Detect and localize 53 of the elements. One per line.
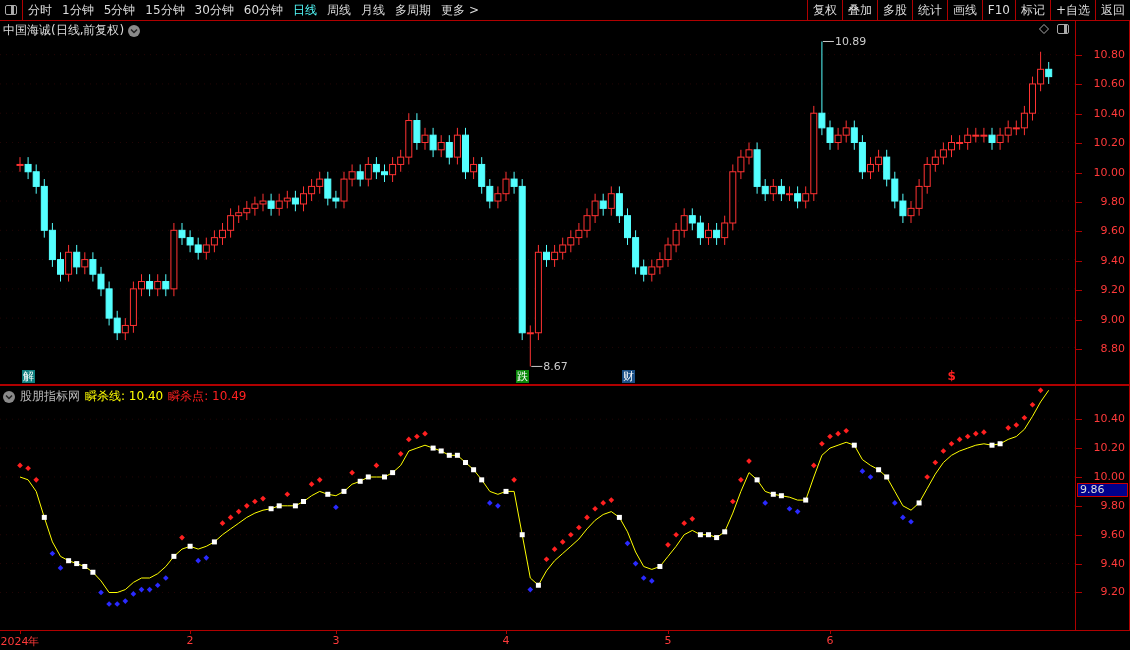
event-marker[interactable]: $ [947, 369, 956, 383]
axis-label: 10.40 [1093, 412, 1125, 426]
period-tab[interactable]: 5分钟 [98, 1, 141, 19]
axis-label: 10.20 [1093, 136, 1125, 150]
axis-label: 10.00 [1093, 165, 1125, 179]
dropdown-icon[interactable] [128, 24, 141, 37]
axis-label: 9.20 [1100, 585, 1125, 599]
axis-label: 8.80 [1100, 342, 1125, 356]
diamond-icon[interactable] [1039, 24, 1049, 34]
period-tab[interactable]: 60分钟 [238, 1, 289, 19]
axis-label: 10.80 [1093, 47, 1125, 61]
period-tab[interactable]: 分时 [23, 1, 57, 19]
panel-toggle-icon[interactable] [1057, 24, 1069, 34]
legend-value: 瞬杀线: 10.40 [85, 388, 164, 405]
period-tab[interactable]: 更多 > [436, 1, 484, 19]
event-badge[interactable]: 财 [621, 370, 635, 383]
leader-line [822, 41, 835, 42]
period-tab[interactable]: 15分钟 [140, 1, 190, 19]
current-value-label: 9.86 [1077, 482, 1128, 497]
price-label: 10.89 [834, 35, 867, 49]
axis-label: 9.60 [1100, 224, 1125, 238]
date-label: 2024年 [0, 634, 40, 649]
indicator-name: 股朋指标网 [20, 388, 80, 405]
axis-label: 10.60 [1093, 77, 1125, 91]
period-tab[interactable]: 30分钟 [189, 1, 239, 19]
period-tab[interactable]: 月线 [356, 1, 391, 19]
price-label: 8.67 [543, 360, 568, 374]
axis-label: 9.00 [1100, 312, 1125, 326]
axis-label: 9.80 [1100, 498, 1125, 512]
date-label: 4 [502, 634, 510, 647]
legend-value: 瞬杀点: 10.49 [168, 388, 247, 405]
date-label: 6 [826, 634, 834, 647]
period-tab[interactable]: 多周期 [390, 1, 437, 19]
axis-label: 10.20 [1093, 441, 1125, 455]
period-tab[interactable]: 日线 [288, 1, 323, 19]
date-label: 5 [664, 634, 672, 647]
axis-label: 9.20 [1100, 283, 1125, 297]
axis-label: 9.40 [1100, 556, 1125, 570]
axis-label: 10.00 [1093, 469, 1125, 483]
event-badge[interactable]: 解 [22, 370, 36, 383]
period-tab[interactable]: 1分钟 [57, 1, 99, 19]
axis-label: 9.60 [1100, 527, 1125, 541]
period-tab[interactable]: 周线 [322, 1, 357, 19]
dropdown-icon[interactable] [3, 390, 15, 403]
date-label: 3 [332, 634, 340, 647]
leader-line [530, 365, 543, 367]
date-label: 2 [186, 634, 194, 647]
panel-toggle-icon[interactable] [5, 5, 17, 15]
event-badge[interactable]: 跌 [516, 370, 530, 383]
axis-label: 10.40 [1093, 106, 1125, 120]
chart-title: 中国海诚(日线,前复权) [3, 22, 125, 39]
axis-label: 9.80 [1100, 195, 1125, 208]
axis-label: 9.40 [1100, 253, 1125, 267]
